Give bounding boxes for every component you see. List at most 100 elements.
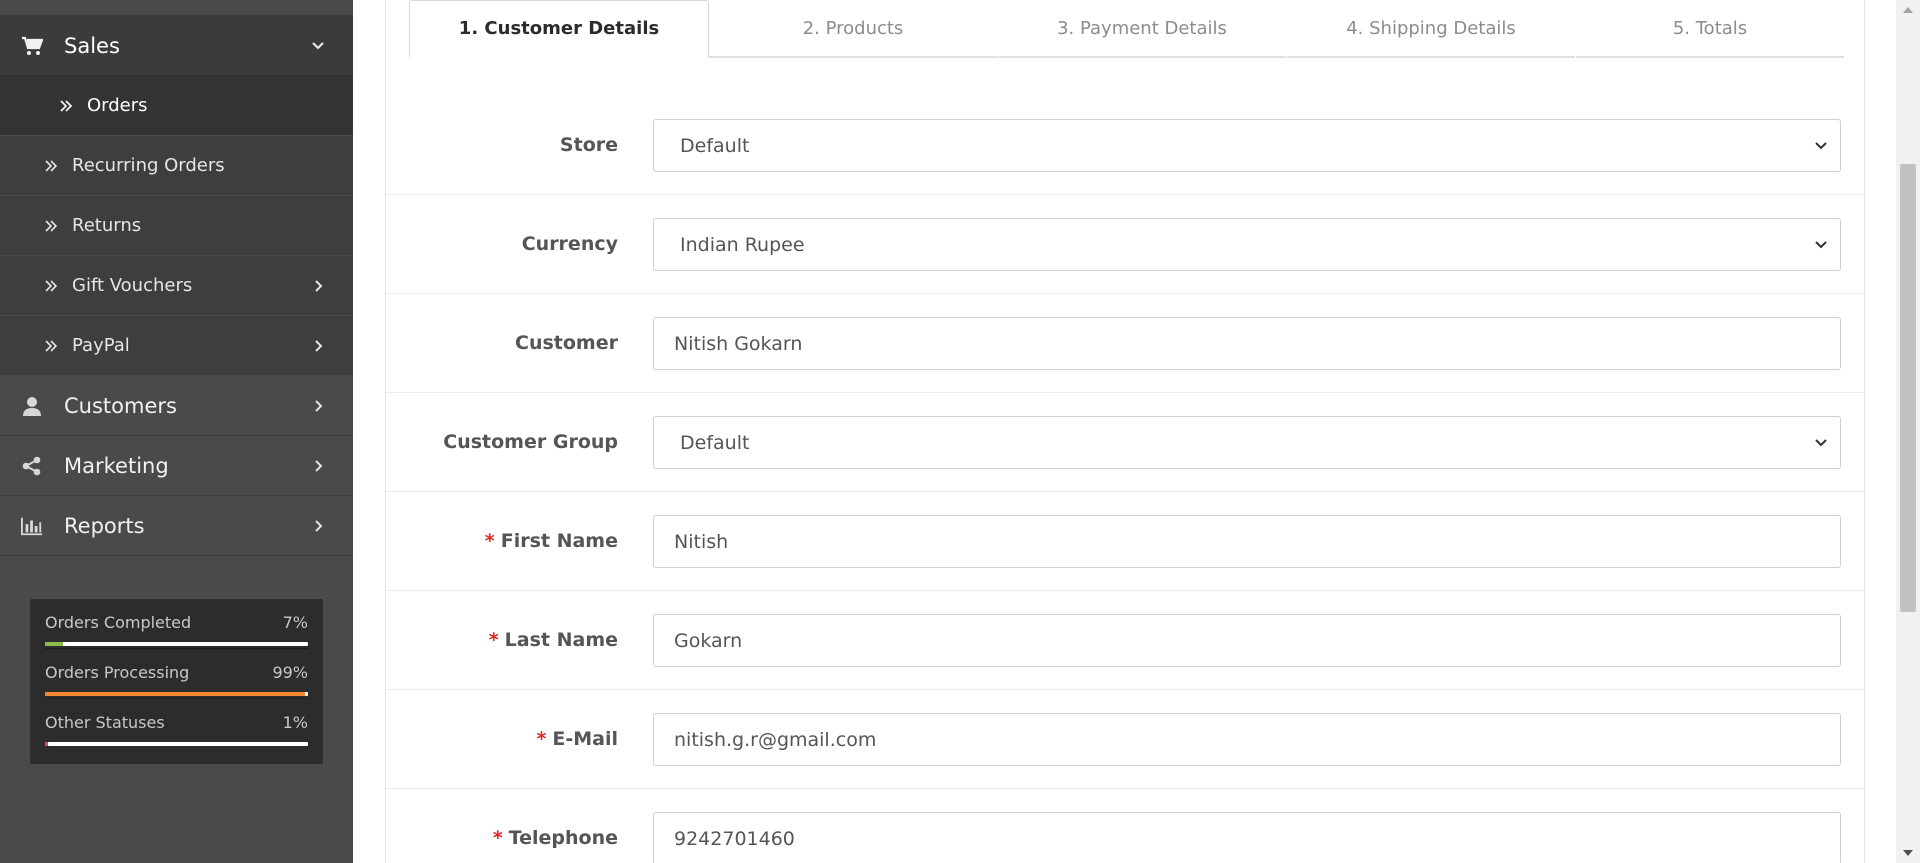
last-name-label: * Last Name bbox=[489, 629, 618, 651]
stat-other-statuses: Other Statuses 1% bbox=[45, 699, 308, 749]
sidebar-item-recurring-orders[interactable]: Recurring Orders bbox=[0, 136, 353, 196]
sidebar-top-divider bbox=[0, 0, 353, 16]
chevron-right-icon bbox=[311, 399, 325, 413]
currency-select[interactable]: Indian Rupee bbox=[653, 218, 1841, 271]
stat-progress-fill bbox=[45, 742, 48, 746]
currency-label: Currency bbox=[521, 233, 618, 255]
stat-label: Orders Completed bbox=[45, 613, 192, 632]
shopping-cart-icon bbox=[21, 35, 43, 57]
tab-shipping-details[interactable]: 4. Shipping Details bbox=[1287, 0, 1575, 58]
chevron-right-icon bbox=[311, 279, 325, 293]
currency-select-value: Indian Rupee bbox=[680, 233, 805, 256]
first-name-input[interactable]: Nitish bbox=[653, 515, 1841, 568]
sidebar-item-label: Recurring Orders bbox=[72, 155, 225, 176]
sidebar-item-label: Orders bbox=[87, 95, 148, 116]
user-icon bbox=[21, 395, 43, 417]
sidebar-item-label: Customers bbox=[64, 393, 177, 418]
stat-progress-bar bbox=[45, 692, 308, 696]
first-name-label-text: First Name bbox=[500, 530, 618, 552]
stat-label: Orders Processing bbox=[45, 663, 190, 682]
customer-group-select-value: Default bbox=[680, 431, 750, 454]
bar-chart-icon bbox=[21, 515, 43, 537]
store-label: Store bbox=[559, 134, 618, 156]
sidebar-item-reports[interactable]: Reports bbox=[0, 496, 353, 556]
store-select[interactable]: Default bbox=[653, 119, 1841, 172]
sidebar-item-returns[interactable]: Returns bbox=[0, 196, 353, 256]
order-form-panel: 1. Customer Details 2. Products 3. Payme… bbox=[385, 0, 1865, 863]
customer-group-label: Customer Group bbox=[443, 431, 618, 453]
order-stats-panel: Orders Completed 7% Orders Processing 99… bbox=[30, 599, 323, 764]
stat-progress-fill bbox=[45, 692, 306, 696]
sidebar-item-orders[interactable]: Orders bbox=[0, 76, 353, 136]
email-label: * E-Mail bbox=[536, 728, 618, 750]
last-name-input[interactable]: Gokarn bbox=[653, 614, 1841, 667]
tab-payment-details[interactable]: 3. Payment Details bbox=[998, 0, 1286, 58]
form-row-store: Store Default bbox=[386, 96, 1865, 195]
sidebar-item-paypal[interactable]: PayPal bbox=[0, 316, 353, 376]
double-chevron-right-icon bbox=[44, 219, 58, 233]
email-label-text: E-Mail bbox=[552, 728, 618, 750]
sidebar-item-gift-vouchers[interactable]: Gift Vouchers bbox=[0, 256, 353, 316]
sidebar-item-label: Sales bbox=[64, 33, 120, 58]
scrollbar-thumb[interactable] bbox=[1900, 164, 1916, 612]
tab-customer-details[interactable]: 1. Customer Details bbox=[409, 0, 709, 58]
stat-progress-fill bbox=[45, 642, 64, 646]
customer-group-select[interactable]: Default bbox=[653, 416, 1841, 469]
form-row-currency: Currency Indian Rupee bbox=[386, 195, 1865, 294]
stat-progress-bar bbox=[45, 742, 308, 746]
sidebar-item-marketing[interactable]: Marketing bbox=[0, 436, 353, 496]
telephone-input[interactable]: 9242701460 bbox=[653, 812, 1841, 863]
scroll-up-arrow-icon[interactable] bbox=[1896, 0, 1920, 20]
chevron-right-icon bbox=[311, 459, 325, 473]
form-row-last-name: * Last Name Gokarn bbox=[386, 591, 1865, 690]
tab-products[interactable]: 2. Products bbox=[709, 0, 997, 58]
chevron-down-icon bbox=[1814, 238, 1828, 252]
stat-value: 99% bbox=[272, 663, 308, 682]
stat-orders-completed: Orders Completed 7% bbox=[45, 599, 308, 649]
sidebar-item-customers[interactable]: Customers bbox=[0, 376, 353, 436]
main-content: 1. Customer Details 2. Products 3. Payme… bbox=[353, 0, 1896, 863]
form-row-email: * E-Mail nitish.g.r@gmail.com bbox=[386, 690, 1865, 789]
required-marker: * bbox=[492, 827, 503, 849]
stat-orders-processing: Orders Processing 99% bbox=[45, 649, 308, 699]
form-row-telephone: * Telephone 9242701460 bbox=[386, 789, 1865, 863]
sidebar: Sales Orders Recurring Orders Returns Gi… bbox=[0, 0, 353, 863]
required-marker: * bbox=[536, 728, 547, 750]
stat-value: 7% bbox=[282, 613, 308, 632]
sidebar-item-label: Reports bbox=[64, 513, 145, 538]
stat-value: 1% bbox=[282, 713, 308, 732]
share-icon bbox=[21, 455, 43, 477]
double-chevron-right-icon bbox=[44, 279, 58, 293]
double-chevron-right-icon bbox=[44, 159, 58, 173]
sidebar-item-label: Marketing bbox=[64, 453, 169, 478]
customer-input[interactable]: Nitish Gokarn bbox=[653, 317, 1841, 370]
stat-progress-bar bbox=[45, 642, 308, 646]
page-scrollbar[interactable] bbox=[1896, 0, 1920, 863]
sidebar-item-label: Gift Vouchers bbox=[72, 275, 193, 296]
required-marker: * bbox=[484, 530, 495, 552]
sidebar-item-sales[interactable]: Sales bbox=[0, 16, 353, 76]
scroll-down-arrow-icon[interactable] bbox=[1896, 843, 1920, 863]
chevron-right-icon bbox=[311, 519, 325, 533]
chevron-down-icon bbox=[311, 39, 325, 53]
form-row-customer: Customer Nitish Gokarn bbox=[386, 294, 1865, 393]
tab-totals[interactable]: 5. Totals bbox=[1576, 0, 1844, 58]
chevron-down-icon bbox=[1814, 436, 1828, 450]
form-row-customer-group: Customer Group Default bbox=[386, 393, 1865, 492]
form-row-first-name: * First Name Nitish bbox=[386, 492, 1865, 591]
chevron-right-icon bbox=[311, 339, 325, 353]
double-chevron-right-icon bbox=[44, 339, 58, 353]
customer-label: Customer bbox=[515, 332, 618, 354]
required-marker: * bbox=[488, 629, 499, 651]
sidebar-item-label: Returns bbox=[72, 215, 142, 236]
email-input[interactable]: nitish.g.r@gmail.com bbox=[653, 713, 1841, 766]
order-tabs: 1. Customer Details 2. Products 3. Payme… bbox=[409, 0, 1844, 58]
stat-label: Other Statuses bbox=[45, 713, 165, 732]
double-chevron-right-icon bbox=[59, 99, 73, 113]
chevron-down-icon bbox=[1814, 139, 1828, 153]
telephone-label-text: Telephone bbox=[508, 827, 618, 849]
first-name-label: * First Name bbox=[485, 530, 618, 552]
sidebar-item-label: PayPal bbox=[72, 335, 130, 356]
telephone-label: * Telephone bbox=[493, 827, 618, 849]
last-name-label-text: Last Name bbox=[504, 629, 618, 651]
